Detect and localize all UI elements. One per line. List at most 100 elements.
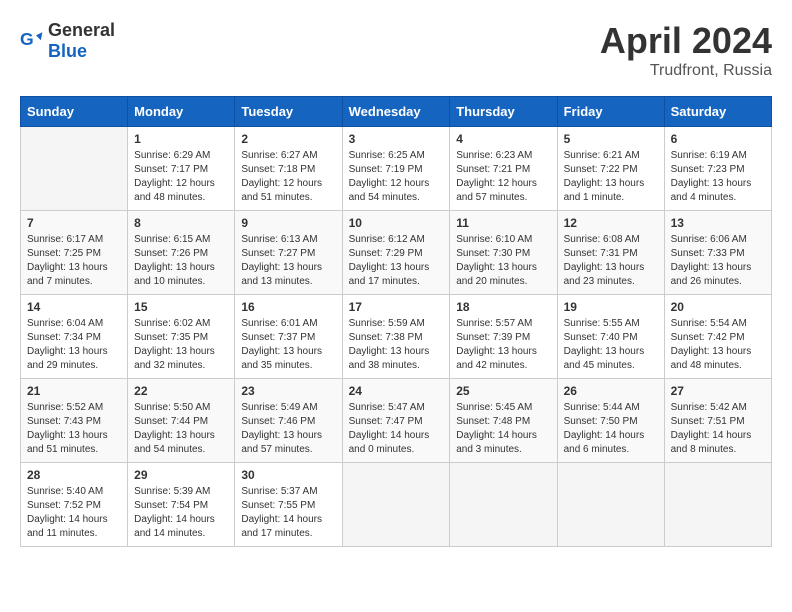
day-info: Sunrise: 5:44 AM Sunset: 7:50 PM Dayligh…	[564, 401, 658, 457]
day-number: 15	[134, 300, 228, 314]
calendar-cell: 7 Sunrise: 6:17 AM Sunset: 7:25 PM Daylig…	[21, 211, 128, 295]
day-info: Sunrise: 5:47 AM Sunset: 7:47 PM Dayligh…	[349, 401, 444, 457]
calendar-cell: 11 Sunrise: 6:10 AM Sunset: 7:30 PM Dayli…	[450, 211, 557, 295]
day-number: 7	[27, 216, 121, 230]
day-number: 30	[241, 468, 335, 482]
day-info: Sunrise: 6:23 AM Sunset: 7:21 PM Dayligh…	[456, 149, 550, 205]
day-info: Sunrise: 6:08 AM Sunset: 7:31 PM Dayligh…	[564, 233, 658, 289]
day-info: Sunrise: 5:57 AM Sunset: 7:39 PM Dayligh…	[456, 317, 550, 373]
day-number: 12	[564, 216, 658, 230]
page-header: G General Blue April 2024 Trudfront, Rus…	[20, 20, 772, 80]
day-number: 19	[564, 300, 658, 314]
day-info: Sunrise: 6:27 AM Sunset: 7:18 PM Dayligh…	[241, 149, 335, 205]
day-info: Sunrise: 6:15 AM Sunset: 7:26 PM Dayligh…	[134, 233, 228, 289]
calendar-title: April 2024	[600, 20, 772, 62]
calendar-cell: 19 Sunrise: 5:55 AM Sunset: 7:40 PM Dayli…	[557, 295, 664, 379]
day-number: 20	[671, 300, 765, 314]
day-number: 10	[349, 216, 444, 230]
day-info: Sunrise: 5:45 AM Sunset: 7:48 PM Dayligh…	[456, 401, 550, 457]
weekday-header-thursday: Thursday	[450, 97, 557, 127]
day-number: 18	[456, 300, 550, 314]
day-number: 26	[564, 384, 658, 398]
calendar-week-1: 1 Sunrise: 6:29 AM Sunset: 7:17 PM Daylig…	[21, 127, 772, 211]
day-info: Sunrise: 6:12 AM Sunset: 7:29 PM Dayligh…	[349, 233, 444, 289]
day-number: 5	[564, 132, 658, 146]
day-info: Sunrise: 5:50 AM Sunset: 7:44 PM Dayligh…	[134, 401, 228, 457]
calendar-week-2: 7 Sunrise: 6:17 AM Sunset: 7:25 PM Daylig…	[21, 211, 772, 295]
day-number: 14	[27, 300, 121, 314]
day-number: 16	[241, 300, 335, 314]
day-info: Sunrise: 6:29 AM Sunset: 7:17 PM Dayligh…	[134, 149, 228, 205]
day-info: Sunrise: 5:49 AM Sunset: 7:46 PM Dayligh…	[241, 401, 335, 457]
logo: G General Blue	[20, 20, 115, 62]
day-number: 1	[134, 132, 228, 146]
calendar-cell: 16 Sunrise: 6:01 AM Sunset: 7:37 PM Dayli…	[235, 295, 342, 379]
day-info: Sunrise: 5:40 AM Sunset: 7:52 PM Dayligh…	[27, 485, 121, 541]
calendar-table: SundayMondayTuesdayWednesdayThursdayFrid…	[20, 96, 772, 547]
day-number: 27	[671, 384, 765, 398]
calendar-cell	[557, 463, 664, 547]
day-info: Sunrise: 5:39 AM Sunset: 7:54 PM Dayligh…	[134, 485, 228, 541]
calendar-cell: 9 Sunrise: 6:13 AM Sunset: 7:27 PM Daylig…	[235, 211, 342, 295]
day-info: Sunrise: 6:02 AM Sunset: 7:35 PM Dayligh…	[134, 317, 228, 373]
calendar-cell: 12 Sunrise: 6:08 AM Sunset: 7:31 PM Dayli…	[557, 211, 664, 295]
calendar-cell: 13Sunrise: 6:06 AM Sunset: 7:33 PM Dayli…	[664, 211, 771, 295]
day-info: Sunrise: 6:06 AM Sunset: 7:33 PM Dayligh…	[671, 233, 765, 289]
day-info: Sunrise: 6:13 AM Sunset: 7:27 PM Dayligh…	[241, 233, 335, 289]
day-info: Sunrise: 5:52 AM Sunset: 7:43 PM Dayligh…	[27, 401, 121, 457]
calendar-cell	[21, 127, 128, 211]
logo-blue: Blue	[48, 41, 87, 61]
calendar-cell: 21 Sunrise: 5:52 AM Sunset: 7:43 PM Dayli…	[21, 379, 128, 463]
calendar-cell: 20 Sunrise: 5:54 AM Sunset: 7:42 PM Dayli…	[664, 295, 771, 379]
day-info: Sunrise: 6:21 AM Sunset: 7:22 PM Dayligh…	[564, 149, 658, 205]
calendar-cell: 5 Sunrise: 6:21 AM Sunset: 7:22 PM Daylig…	[557, 127, 664, 211]
calendar-cell: 14Sunrise: 6:04 AM Sunset: 7:34 PM Dayli…	[21, 295, 128, 379]
weekday-header-row: SundayMondayTuesdayWednesdayThursdayFrid…	[21, 97, 772, 127]
calendar-cell: 24 Sunrise: 5:47 AM Sunset: 7:47 PM Dayli…	[342, 379, 450, 463]
weekday-header-monday: Monday	[128, 97, 235, 127]
day-info: Sunrise: 5:59 AM Sunset: 7:38 PM Dayligh…	[349, 317, 444, 373]
day-number: 9	[241, 216, 335, 230]
calendar-cell: 2Sunrise: 6:27 AM Sunset: 7:18 PM Daylig…	[235, 127, 342, 211]
logo-text: General Blue	[48, 20, 115, 62]
calendar-cell: 8Sunrise: 6:15 AM Sunset: 7:26 PM Daylig…	[128, 211, 235, 295]
calendar-cell: 17 Sunrise: 5:59 AM Sunset: 7:38 PM Dayli…	[342, 295, 450, 379]
calendar-cell: 28 Sunrise: 5:40 AM Sunset: 7:52 PM Dayli…	[21, 463, 128, 547]
calendar-cell: 26 Sunrise: 5:44 AM Sunset: 7:50 PM Dayli…	[557, 379, 664, 463]
calendar-cell: 27 Sunrise: 5:42 AM Sunset: 7:51 PM Dayli…	[664, 379, 771, 463]
weekday-header-tuesday: Tuesday	[235, 97, 342, 127]
calendar-cell: 29 Sunrise: 5:39 AM Sunset: 7:54 PM Dayli…	[128, 463, 235, 547]
weekday-header-sunday: Sunday	[21, 97, 128, 127]
day-info: Sunrise: 6:01 AM Sunset: 7:37 PM Dayligh…	[241, 317, 335, 373]
day-info: Sunrise: 5:54 AM Sunset: 7:42 PM Dayligh…	[671, 317, 765, 373]
day-number: 24	[349, 384, 444, 398]
day-info: Sunrise: 6:10 AM Sunset: 7:30 PM Dayligh…	[456, 233, 550, 289]
calendar-cell: 23 Sunrise: 5:49 AM Sunset: 7:46 PM Dayli…	[235, 379, 342, 463]
calendar-week-5: 28 Sunrise: 5:40 AM Sunset: 7:52 PM Dayli…	[21, 463, 772, 547]
calendar-cell: 10 Sunrise: 6:12 AM Sunset: 7:29 PM Dayli…	[342, 211, 450, 295]
calendar-cell: 18 Sunrise: 5:57 AM Sunset: 7:39 PM Dayli…	[450, 295, 557, 379]
day-number: 21	[27, 384, 121, 398]
calendar-week-4: 21 Sunrise: 5:52 AM Sunset: 7:43 PM Dayli…	[21, 379, 772, 463]
day-number: 29	[134, 468, 228, 482]
day-info: Sunrise: 5:55 AM Sunset: 7:40 PM Dayligh…	[564, 317, 658, 373]
weekday-header-saturday: Saturday	[664, 97, 771, 127]
title-block: April 2024 Trudfront, Russia	[600, 20, 772, 80]
day-info: Sunrise: 6:25 AM Sunset: 7:19 PM Dayligh…	[349, 149, 444, 205]
svg-text:G: G	[20, 29, 34, 49]
day-info: Sunrise: 5:37 AM Sunset: 7:55 PM Dayligh…	[241, 485, 335, 541]
day-number: 17	[349, 300, 444, 314]
day-number: 28	[27, 468, 121, 482]
day-info: Sunrise: 6:19 AM Sunset: 7:23 PM Dayligh…	[671, 149, 765, 205]
day-number: 23	[241, 384, 335, 398]
calendar-week-3: 14Sunrise: 6:04 AM Sunset: 7:34 PM Dayli…	[21, 295, 772, 379]
calendar-cell: 1 Sunrise: 6:29 AM Sunset: 7:17 PM Daylig…	[128, 127, 235, 211]
calendar-cell	[664, 463, 771, 547]
day-number: 25	[456, 384, 550, 398]
calendar-location: Trudfront, Russia	[600, 62, 772, 80]
day-info: Sunrise: 6:17 AM Sunset: 7:25 PM Dayligh…	[27, 233, 121, 289]
day-number: 11	[456, 216, 550, 230]
day-number: 4	[456, 132, 550, 146]
calendar-cell: 6Sunrise: 6:19 AM Sunset: 7:23 PM Daylig…	[664, 127, 771, 211]
day-info: Sunrise: 5:42 AM Sunset: 7:51 PM Dayligh…	[671, 401, 765, 457]
